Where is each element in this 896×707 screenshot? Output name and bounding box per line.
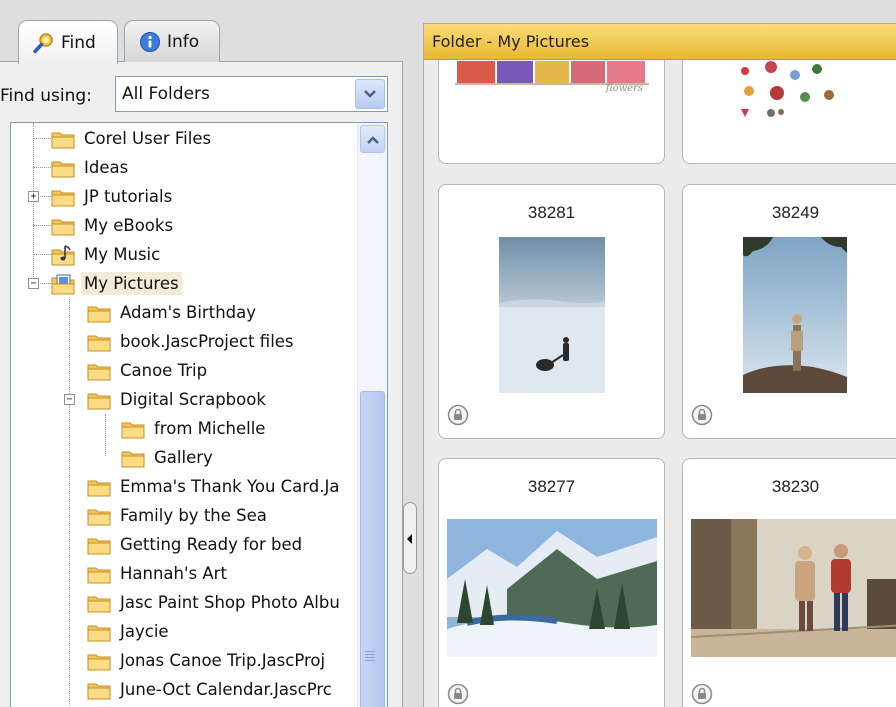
folder-icon	[87, 506, 111, 526]
thumbnail-browser: flowers 38281 38249 38277 38230 Folder -…	[423, 23, 896, 707]
tree-item-digital-scrapbook[interactable]: Digital Scrapbook	[87, 385, 269, 414]
folder-icon	[87, 477, 111, 497]
folder-icon	[51, 187, 75, 207]
tree-item-adams-birthday[interactable]: Adam's Birthday	[87, 298, 259, 327]
tree-item-gallery[interactable]: Gallery	[121, 443, 216, 472]
tree-item-family-by-the-sea[interactable]: Family by the Sea	[87, 501, 270, 530]
thumbnail-image: flowers	[455, 61, 649, 103]
find-using-select[interactable]: All Folders	[115, 76, 388, 112]
thumbnail-card[interactable]: 38281	[438, 184, 665, 439]
info-icon	[139, 31, 161, 53]
folder-icon	[87, 622, 111, 642]
lock-icon	[447, 404, 469, 430]
tree-item-my-pictures[interactable]: My Pictures	[51, 269, 182, 298]
find-using-value: All Folders	[122, 84, 210, 104]
folder-icon	[121, 448, 145, 468]
music-folder-icon	[51, 244, 75, 266]
folder-icon	[87, 303, 111, 323]
thumbnail-image	[743, 237, 847, 393]
tree-item-book-jascproject-files[interactable]: book.JascProject files	[87, 327, 297, 356]
tab-info[interactable]: Info	[124, 20, 220, 62]
thumbnail-card[interactable]: 38277	[438, 458, 665, 707]
tree-item-ideas[interactable]: Ideas	[51, 153, 131, 182]
folder-icon	[87, 680, 111, 700]
lock-icon	[691, 404, 713, 430]
find-using-label: Find using:	[0, 86, 92, 106]
chevron-up-icon	[366, 130, 380, 149]
folder-icon	[121, 419, 145, 439]
folder-icon	[87, 535, 111, 555]
tree-item-jaycie[interactable]: Jaycie	[87, 617, 172, 646]
tree-item-my-ebooks[interactable]: My eBooks	[51, 211, 176, 240]
folder-tree: + − − Corel User Files Ideas JP tutorial…	[10, 122, 388, 707]
tree-item-jp-tutorials[interactable]: JP tutorials	[51, 182, 175, 211]
thumbnail-label: 38249	[771, 203, 820, 222]
tree-item-jonas-canoe-trip[interactable]: Jonas Canoe Trip.JascProj	[87, 646, 328, 675]
lock-icon	[691, 683, 713, 707]
folder-header: Folder - My Pictures	[424, 24, 896, 60]
scroll-up-button[interactable]	[360, 125, 385, 153]
collapse-left-icon	[407, 529, 413, 548]
thumbnail-caption: flowers	[605, 83, 643, 94]
tree-item-corel-user-files[interactable]: Corel User Files	[51, 124, 214, 153]
tree-item-june-oct-calendar[interactable]: June-Oct Calendar.JascPrc	[87, 675, 335, 704]
tree-scrollbar[interactable]	[357, 123, 387, 707]
tree-collapser[interactable]: −	[64, 394, 75, 405]
folder-icon	[87, 361, 111, 381]
tab-find[interactable]: Find	[18, 20, 118, 64]
scroll-grip-icon	[365, 651, 375, 663]
tab-info-label: Info	[167, 31, 200, 52]
lock-icon	[447, 683, 469, 707]
folder-icon	[87, 651, 111, 671]
folder-header-title: Folder - My Pictures	[432, 32, 590, 51]
folder-icon	[87, 564, 111, 584]
tree-item-getting-ready-for-bed[interactable]: Getting Ready for bed	[87, 530, 305, 559]
tree-collapser[interactable]: −	[28, 278, 39, 289]
folder-icon	[51, 216, 75, 236]
tree-item-emmas-thank-you-card[interactable]: Emma's Thank You Card.Ja	[87, 472, 342, 501]
thumbnail-card[interactable]: 38249	[682, 184, 896, 439]
folder-icon	[87, 390, 111, 410]
thumbnail-image	[499, 237, 605, 393]
folder-icon	[51, 129, 75, 149]
thumbnail-image	[690, 519, 896, 657]
chevron-down-icon[interactable]	[355, 79, 385, 109]
find-panel: Find Info Find using: All Folders + − − …	[0, 0, 405, 707]
folder-icon	[87, 593, 111, 613]
panel-splitter-handle[interactable]	[403, 502, 417, 574]
tree-item-canoe-trip[interactable]: Canoe Trip	[87, 356, 210, 385]
folder-icon	[87, 332, 111, 352]
search-icon	[33, 32, 55, 54]
thumbnail-label: 38277	[527, 477, 576, 496]
tree-item-jasc-paint-shop-photo-album[interactable]: Jasc Paint Shop Photo Albu	[87, 588, 343, 617]
thumbnail-image	[731, 57, 861, 127]
tab-find-label: Find	[61, 32, 96, 53]
pictures-folder-icon	[51, 273, 75, 295]
tree-item-from-michelle[interactable]: from Michelle	[121, 414, 268, 443]
tree-expander[interactable]: +	[28, 191, 39, 202]
folder-icon	[51, 158, 75, 178]
thumbnail-label: 38281	[527, 203, 576, 222]
thumbnail-label: 38230	[771, 477, 820, 496]
thumbnail-card[interactable]: 38230	[682, 458, 896, 707]
thumbnail-image	[447, 519, 657, 657]
tree-item-hannahs-art[interactable]: Hannah's Art	[87, 559, 230, 588]
tree-item-my-music[interactable]: My Music	[51, 240, 163, 269]
